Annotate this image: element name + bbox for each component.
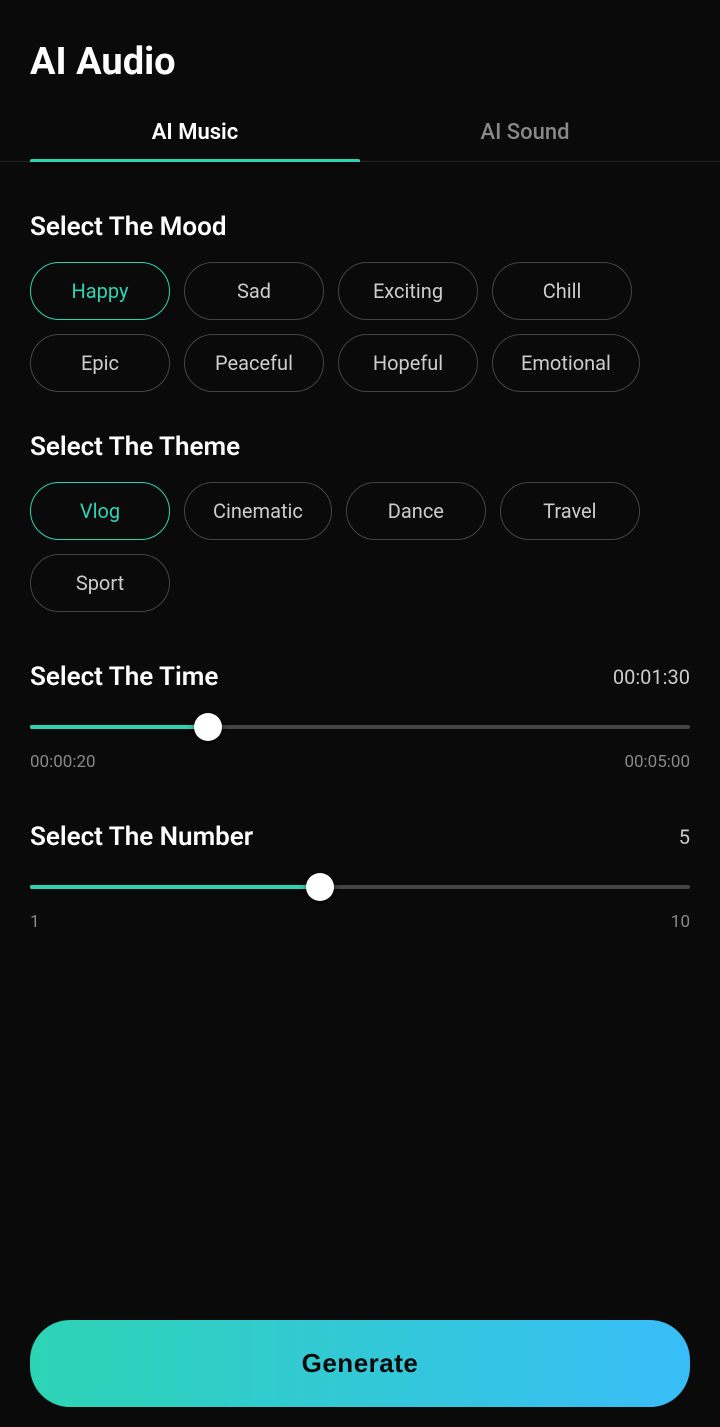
theme-chips-grid: Vlog Cinematic Dance Travel Sport xyxy=(30,482,690,612)
number-slider-label: Select The Number xyxy=(30,822,253,852)
theme-section: Select The Theme Vlog Cinematic Dance Tr… xyxy=(0,412,720,632)
theme-chip-travel[interactable]: Travel xyxy=(500,482,640,540)
time-slider-min: 00:00:20 xyxy=(30,752,96,772)
time-slider-track xyxy=(30,725,690,729)
mood-chip-happy[interactable]: Happy xyxy=(30,262,170,320)
time-slider-label: Select The Time xyxy=(30,662,218,692)
time-slider-wrapper xyxy=(30,712,690,742)
header: AI Audio xyxy=(0,0,720,104)
page-container: AI Audio AI Music AI Sound Select The Mo… xyxy=(0,0,720,1427)
tab-ai-sound[interactable]: AI Sound xyxy=(360,104,690,161)
number-slider-range: 1 10 xyxy=(30,912,690,932)
time-slider-header: Select The Time 00:01:30 xyxy=(30,662,690,692)
theme-chip-cinematic[interactable]: Cinematic xyxy=(184,482,332,540)
time-slider-value: 00:01:30 xyxy=(613,665,690,689)
generate-btn-container: Generate xyxy=(0,1300,720,1427)
number-slider-max: 10 xyxy=(671,912,690,932)
mood-chip-exciting[interactable]: Exciting xyxy=(338,262,478,320)
page-title: AI Audio xyxy=(30,40,690,84)
number-slider-wrapper xyxy=(30,872,690,902)
theme-chip-sport[interactable]: Sport xyxy=(30,554,170,612)
mood-chip-hopeful[interactable]: Hopeful xyxy=(338,334,478,392)
number-slider-section: Select The Number 5 1 10 xyxy=(0,802,720,952)
theme-section-title: Select The Theme xyxy=(30,432,690,462)
number-slider-header: Select The Number 5 xyxy=(30,822,690,852)
mood-chip-peaceful[interactable]: Peaceful xyxy=(184,334,324,392)
tabs-container: AI Music AI Sound xyxy=(0,104,720,162)
tab-ai-music[interactable]: AI Music xyxy=(30,104,360,161)
mood-section: Select The Mood Happy Sad Exciting Chill… xyxy=(0,192,720,412)
mood-chip-chill[interactable]: Chill xyxy=(492,262,632,320)
theme-chip-vlog[interactable]: Vlog xyxy=(30,482,170,540)
number-slider-min: 1 xyxy=(30,912,40,932)
number-slider-track xyxy=(30,885,690,889)
mood-chips-grid: Happy Sad Exciting Chill Epic Peaceful H… xyxy=(30,262,690,392)
time-slider-thumb[interactable] xyxy=(194,713,222,741)
mood-chip-sad[interactable]: Sad xyxy=(184,262,324,320)
time-slider-max: 00:05:00 xyxy=(624,752,690,772)
theme-chip-dance[interactable]: Dance xyxy=(346,482,486,540)
time-slider-fill xyxy=(30,725,208,729)
number-slider-thumb[interactable] xyxy=(306,873,334,901)
time-slider-range: 00:00:20 00:05:00 xyxy=(30,752,690,772)
time-slider-section: Select The Time 00:01:30 00:00:20 00:05:… xyxy=(0,642,720,792)
number-slider-fill xyxy=(30,885,320,889)
number-slider-value: 5 xyxy=(679,825,690,849)
mood-chip-emotional[interactable]: Emotional xyxy=(492,334,640,392)
generate-button[interactable]: Generate xyxy=(30,1320,690,1407)
mood-section-title: Select The Mood xyxy=(30,212,690,242)
mood-chip-epic[interactable]: Epic xyxy=(30,334,170,392)
